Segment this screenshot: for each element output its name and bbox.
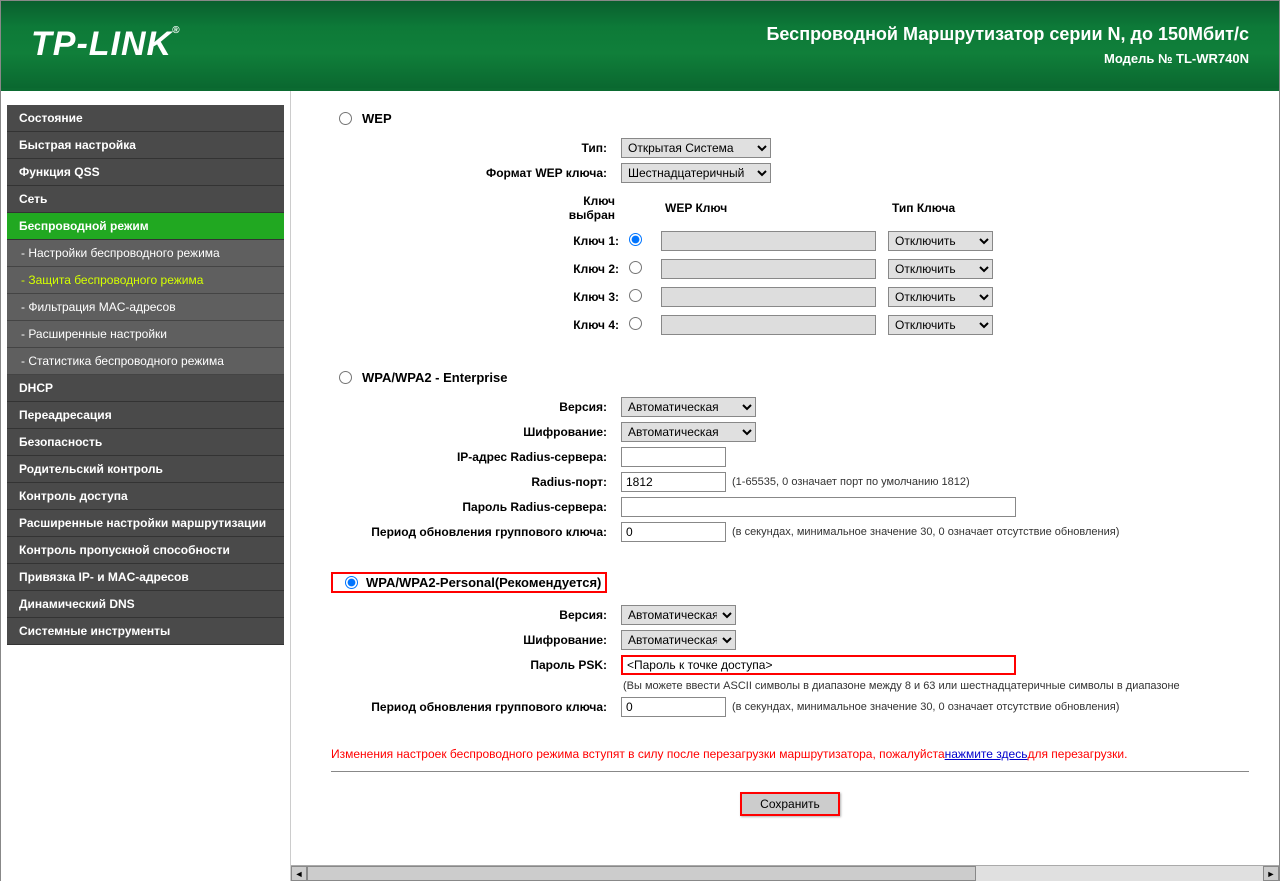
sidebar-item-19[interactable]: Системные инструменты — [7, 618, 284, 645]
sidebar-item-3[interactable]: Сеть — [7, 186, 284, 213]
sidebar-item-8[interactable]: - Расширенные настройки — [7, 321, 284, 348]
wep-type-select[interactable]: Открытая Система — [621, 138, 771, 158]
ent-radius-pass-label: Пароль Radius-сервера: — [331, 500, 621, 514]
header-title: Беспроводной Маршрутизатор серии N, до 1… — [766, 24, 1249, 45]
ent-radius-port-help: (1-65535, 0 означает порт по умолчанию 1… — [732, 476, 970, 488]
separator — [331, 771, 1249, 772]
wep-key-radio-0[interactable] — [629, 233, 642, 246]
header-info: Беспроводной Маршрутизатор серии N, до 1… — [766, 24, 1249, 66]
ent-cipher-label: Шифрование: — [331, 425, 621, 439]
header: TP-LINK® Беспроводной Маршрутизатор сери… — [1, 1, 1279, 91]
wep-key-type-2[interactable]: Отключить — [888, 287, 993, 307]
ent-radius-pass-input[interactable] — [621, 497, 1016, 517]
wep-key-table: Ключ выбран WEP Ключ Тип Ключа Ключ 1:От… — [541, 188, 999, 340]
wep-format-select[interactable]: Шестнадцатеричный — [621, 163, 771, 183]
per-rekey-label: Период обновления группового ключа: — [331, 700, 621, 714]
reboot-link[interactable]: нажмите здесь — [945, 747, 1028, 761]
wep-key-row-0: Ключ 1:Отключить — [543, 228, 997, 254]
sidebar-item-5[interactable]: - Настройки беспроводного режима — [7, 240, 284, 267]
sidebar-item-14[interactable]: Контроль доступа — [7, 483, 284, 510]
per-psk-help: (Вы можете ввести ASCII символы в диапаз… — [623, 680, 1180, 692]
reboot-notice: Изменения настроек беспроводного режима … — [331, 747, 1249, 761]
per-rekey-help: (в секундах, минимальное значение 30, 0 … — [732, 701, 1119, 713]
per-cipher-label: Шифрование: — [331, 633, 621, 647]
enterprise-title: WPA/WPA2 - Enterprise — [362, 370, 507, 385]
sidebar-item-12[interactable]: Безопасность — [7, 429, 284, 456]
section-wep: WEP Тип: Открытая Система Формат WEP клю… — [331, 111, 1249, 340]
per-rekey-input[interactable] — [621, 697, 726, 717]
per-psk-input[interactable] — [621, 655, 1016, 675]
ent-rekey-label: Период обновления группового ключа: — [331, 525, 621, 539]
sidebar-item-10[interactable]: DHCP — [7, 375, 284, 402]
sidebar-item-15[interactable]: Расширенные настройки маршрутизации — [7, 510, 284, 537]
main-content: WEP Тип: Открытая Система Формат WEP клю… — [291, 91, 1279, 881]
sidebar-item-4[interactable]: Беспроводной режим — [7, 213, 284, 240]
wep-format-label: Формат WEP ключа: — [331, 166, 621, 180]
sidebar-item-9[interactable]: - Статистика беспроводного режима — [7, 348, 284, 375]
section-enterprise: WPA/WPA2 - Enterprise Версия: Автоматиче… — [331, 370, 1249, 542]
personal-title: WPA/WPA2-Personal(Рекомендуется) — [366, 575, 601, 590]
wep-keytype-header: Тип Ключа — [884, 190, 997, 226]
scroll-right-icon[interactable]: ► — [1263, 866, 1279, 881]
wep-key-row-2: Ключ 3:Отключить — [543, 284, 997, 310]
wep-key-header: WEP Ключ — [657, 190, 882, 226]
wep-title: WEP — [362, 111, 392, 126]
wep-key-input-3[interactable] — [661, 315, 876, 335]
sidebar-item-2[interactable]: Функция QSS — [7, 159, 284, 186]
ent-cipher-select[interactable]: Автоматическая — [621, 422, 756, 442]
ent-version-label: Версия: — [331, 400, 621, 414]
radio-wep[interactable] — [339, 112, 352, 125]
wep-key-radio-2[interactable] — [629, 289, 642, 302]
sidebar-item-17[interactable]: Привязка IP- и MAC-адресов — [7, 564, 284, 591]
per-cipher-select[interactable]: Автоматическая — [621, 630, 736, 650]
per-version-select[interactable]: Автоматическая — [621, 605, 736, 625]
wep-key-input-0[interactable] — [661, 231, 876, 251]
wep-key-row-3: Ключ 4:Отключить — [543, 312, 997, 338]
wep-key-type-3[interactable]: Отключить — [888, 315, 993, 335]
wep-key-input-1[interactable] — [661, 259, 876, 279]
wep-key-type-1[interactable]: Отключить — [888, 259, 993, 279]
radio-personal[interactable] — [345, 576, 358, 589]
ent-radius-port-label: Radius-порт: — [331, 475, 621, 489]
sidebar-item-7[interactable]: - Фильтрация MAC-адресов — [7, 294, 284, 321]
scroll-left-icon[interactable]: ◄ — [291, 866, 307, 881]
ent-version-select[interactable]: Автоматическая — [621, 397, 756, 417]
sidebar: СостояниеБыстрая настройкаФункция QSSСет… — [1, 91, 291, 881]
horizontal-scrollbar[interactable]: ◄ ► — [291, 865, 1279, 881]
ent-radius-port-input[interactable] — [621, 472, 726, 492]
ent-radius-ip-label: IP-адрес Radius-сервера: — [331, 450, 621, 464]
header-model: Модель № TL-WR740N — [766, 51, 1249, 66]
sidebar-item-11[interactable]: Переадресация — [7, 402, 284, 429]
per-psk-label: Пароль PSK: — [331, 658, 621, 672]
wep-selected-header: Ключ выбран — [543, 190, 623, 226]
sidebar-item-18[interactable]: Динамический DNS — [7, 591, 284, 618]
sidebar-item-6[interactable]: - Защита беспроводного режима — [7, 267, 284, 294]
ent-radius-ip-input[interactable] — [621, 447, 726, 467]
sidebar-item-13[interactable]: Родительский контроль — [7, 456, 284, 483]
wep-key-type-0[interactable]: Отключить — [888, 231, 993, 251]
ent-rekey-input[interactable] — [621, 522, 726, 542]
wep-key-row-1: Ключ 2:Отключить — [543, 256, 997, 282]
sidebar-item-16[interactable]: Контроль пропускной способности — [7, 537, 284, 564]
wep-key-radio-3[interactable] — [629, 317, 642, 330]
ent-rekey-help: (в секундах, минимальное значение 30, 0 … — [732, 526, 1119, 538]
wep-key-input-2[interactable] — [661, 287, 876, 307]
save-button[interactable]: Сохранить — [740, 792, 840, 816]
sidebar-item-1[interactable]: Быстрая настройка — [7, 132, 284, 159]
section-personal: WPA/WPA2-Personal(Рекомендуется) Версия:… — [331, 572, 1249, 717]
sidebar-item-0[interactable]: Состояние — [7, 105, 284, 132]
wep-type-label: Тип: — [331, 141, 621, 155]
scroll-thumb[interactable] — [307, 866, 976, 881]
radio-enterprise[interactable] — [339, 371, 352, 384]
per-version-label: Версия: — [331, 608, 621, 622]
wep-key-radio-1[interactable] — [629, 261, 642, 274]
logo: TP-LINK® — [31, 25, 180, 64]
